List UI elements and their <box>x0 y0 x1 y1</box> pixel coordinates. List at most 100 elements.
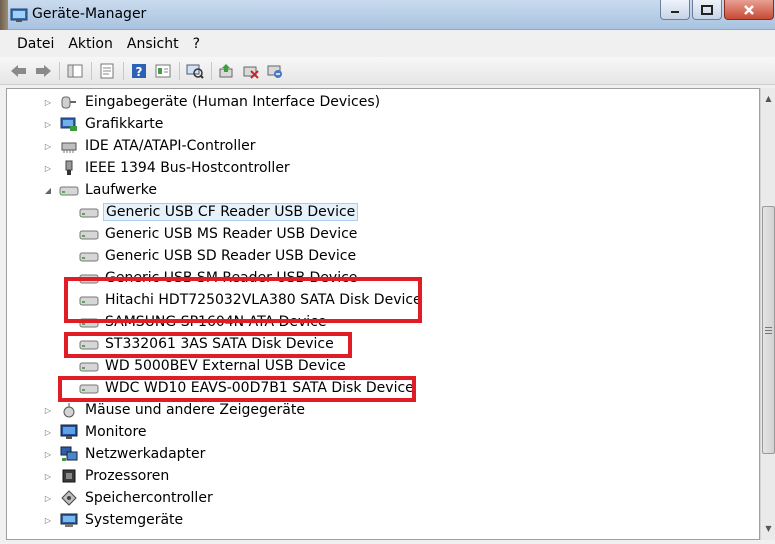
tree-category-graphics[interactable]: ▷ Grafikkarte <box>43 113 165 135</box>
category-label: Systemgeräte <box>85 512 184 528</box>
firewire-icon <box>59 160 79 176</box>
console-tree-button[interactable] <box>65 61 85 81</box>
vertical-scrollbar[interactable]: ▲ ▼ <box>760 88 775 540</box>
help-button[interactable]: ? <box>129 61 149 81</box>
tree-item-drive[interactable]: Hitachi HDT725032VLA380 SATA Disk Device <box>79 289 424 311</box>
mouse-icon <box>59 402 79 418</box>
view-icon <box>155 64 171 77</box>
toolbar-separator <box>179 61 180 80</box>
tree-item-drive[interactable]: WDC WD10 EAVS-00D7B1 SATA Disk Device <box>79 377 416 399</box>
disk-drive-icon <box>79 248 99 264</box>
disk-drive-icon <box>79 314 99 330</box>
disk-drive-icon <box>79 204 99 220</box>
processor-icon <box>59 468 79 484</box>
toolbar-separator <box>59 61 60 80</box>
maximize-button[interactable] <box>692 0 722 20</box>
tree-category-input-devices[interactable]: ▷ Eingabegeräte (Human Interface Devices… <box>43 91 382 113</box>
help-icon: ? <box>132 63 146 79</box>
storage-controller-icon <box>59 490 79 506</box>
tree-category-processors[interactable]: ▷ Prozessoren <box>43 465 171 487</box>
expand-arrow-icon[interactable]: ▷ <box>43 515 53 525</box>
network-adapter-icon <box>59 446 79 462</box>
toolbar: ? <box>0 57 775 85</box>
minimize-button[interactable] <box>660 0 690 20</box>
disable-device-button[interactable] <box>265 61 285 81</box>
tree-category-ieee1394[interactable]: ▷ IEEE 1394 Bus-Hostcontroller <box>43 157 292 179</box>
category-label: Grafikkarte <box>85 116 164 132</box>
tree-item-drive[interactable]: WD 5000BEV External USB Device <box>79 355 348 377</box>
expand-arrow-icon[interactable]: ▷ <box>43 405 53 415</box>
properties-icon <box>100 63 114 78</box>
drive-label: Generic USB MS Reader USB Device <box>105 226 358 242</box>
menu-datei[interactable]: Datei <box>10 33 61 55</box>
scan-hardware-icon <box>186 64 204 79</box>
tree-category-network[interactable]: ▷ Netzwerkadapter <box>43 443 207 465</box>
expand-arrow-icon[interactable]: ▷ <box>43 493 53 503</box>
uninstall-button[interactable] <box>241 61 261 81</box>
toolbar-separator <box>123 61 124 80</box>
tree-item-drive[interactable]: ST332061 3AS SATA Disk Device <box>79 333 336 355</box>
expand-arrow-icon[interactable]: ▷ <box>43 427 53 437</box>
monitor-icon <box>59 424 79 440</box>
expand-arrow-icon[interactable]: ▷ <box>43 119 53 129</box>
expand-arrow-icon[interactable]: ▷ <box>43 471 53 481</box>
close-button[interactable] <box>724 0 774 20</box>
drive-label: WDC WD10 EAVS-00D7B1 SATA Disk Device <box>105 380 414 396</box>
category-label: Monitore <box>85 424 147 440</box>
tree-category-drives[interactable]: ◢ Laufwerke <box>43 179 159 201</box>
category-label: Netzwerkadapter <box>85 446 206 462</box>
scroll-down-arrow-icon[interactable]: ▼ <box>762 520 775 536</box>
expand-arrow-icon[interactable]: ▷ <box>43 141 53 151</box>
expand-arrow-icon[interactable]: ▷ <box>43 449 53 459</box>
scan-hardware-button[interactable] <box>185 61 205 81</box>
disk-drive-icon <box>79 358 99 374</box>
properties-button[interactable] <box>97 61 117 81</box>
tree-category-monitors[interactable]: ▷ Monitore <box>43 421 149 443</box>
forward-arrow-icon <box>36 64 51 77</box>
svg-text:?: ? <box>136 65 143 79</box>
menu-help[interactable]: ? <box>186 33 207 55</box>
menu-bar: Datei Aktion Ansicht ? <box>0 31 775 57</box>
maximize-icon <box>701 4 713 15</box>
drive-label: SAMSUNG SP1604N ATA Device <box>105 314 327 330</box>
tree-item-drive[interactable]: SAMSUNG SP1604N ATA Device <box>79 311 328 333</box>
toolbar-separator <box>91 61 92 80</box>
scroll-up-arrow-icon[interactable]: ▲ <box>762 90 775 106</box>
device-manager-icon <box>10 8 28 22</box>
expand-arrow-icon[interactable]: ▷ <box>43 163 53 173</box>
drive-label: Generic USB CF Reader USB Device <box>103 203 359 221</box>
tree-item-drive[interactable]: Generic USB SD Reader USB Device <box>79 245 358 267</box>
tree-item-drive[interactable]: Generic USB SM Reader USB Device <box>79 267 359 289</box>
disk-drive-icon <box>79 226 99 242</box>
window-title: Geräte-Manager <box>32 6 147 22</box>
uninstall-icon <box>243 66 259 79</box>
tree-category-mice[interactable]: ▷ Mäuse und andere Zeigegeräte <box>43 399 307 421</box>
tree-category-system-devices[interactable]: ▷ Systemgeräte <box>43 509 185 531</box>
update-driver-button[interactable] <box>217 61 237 81</box>
tree-category-storage-controllers[interactable]: ▷ Speichercontroller <box>43 487 215 509</box>
title-bar-edge <box>0 0 8 30</box>
disk-drive-icon <box>59 182 79 198</box>
disk-drive-icon <box>79 270 99 286</box>
console-tree-icon <box>67 64 83 77</box>
expand-arrow-icon[interactable]: ▷ <box>43 97 53 107</box>
menu-ansicht[interactable]: Ansicht <box>120 33 186 55</box>
category-label: IEEE 1394 Bus-Hostcontroller <box>85 160 290 176</box>
tree-item-drive[interactable]: Generic USB CF Reader USB Device <box>79 201 359 223</box>
drive-label: Generic USB SD Reader USB Device <box>105 248 357 264</box>
drive-label: Hitachi HDT725032VLA380 SATA Disk Device <box>105 292 422 308</box>
menu-aktion[interactable]: Aktion <box>61 33 120 55</box>
close-icon <box>744 4 754 15</box>
collapse-arrow-icon[interactable]: ◢ <box>43 185 53 195</box>
category-label: Prozessoren <box>85 468 170 484</box>
scrollbar-thumb[interactable] <box>762 206 775 454</box>
category-label: Laufwerke <box>85 182 157 198</box>
ide-controller-icon <box>59 138 79 154</box>
forward-button[interactable] <box>33 61 53 81</box>
back-button[interactable] <box>9 61 29 81</box>
minimize-icon <box>671 10 679 13</box>
view-button[interactable] <box>153 61 173 81</box>
tree-item-drive[interactable]: Generic USB MS Reader USB Device <box>79 223 359 245</box>
tree-category-ide[interactable]: ▷ IDE ATA/ATAPI-Controller <box>43 135 257 157</box>
category-label: Eingabegeräte (Human Interface Devices) <box>85 94 381 110</box>
